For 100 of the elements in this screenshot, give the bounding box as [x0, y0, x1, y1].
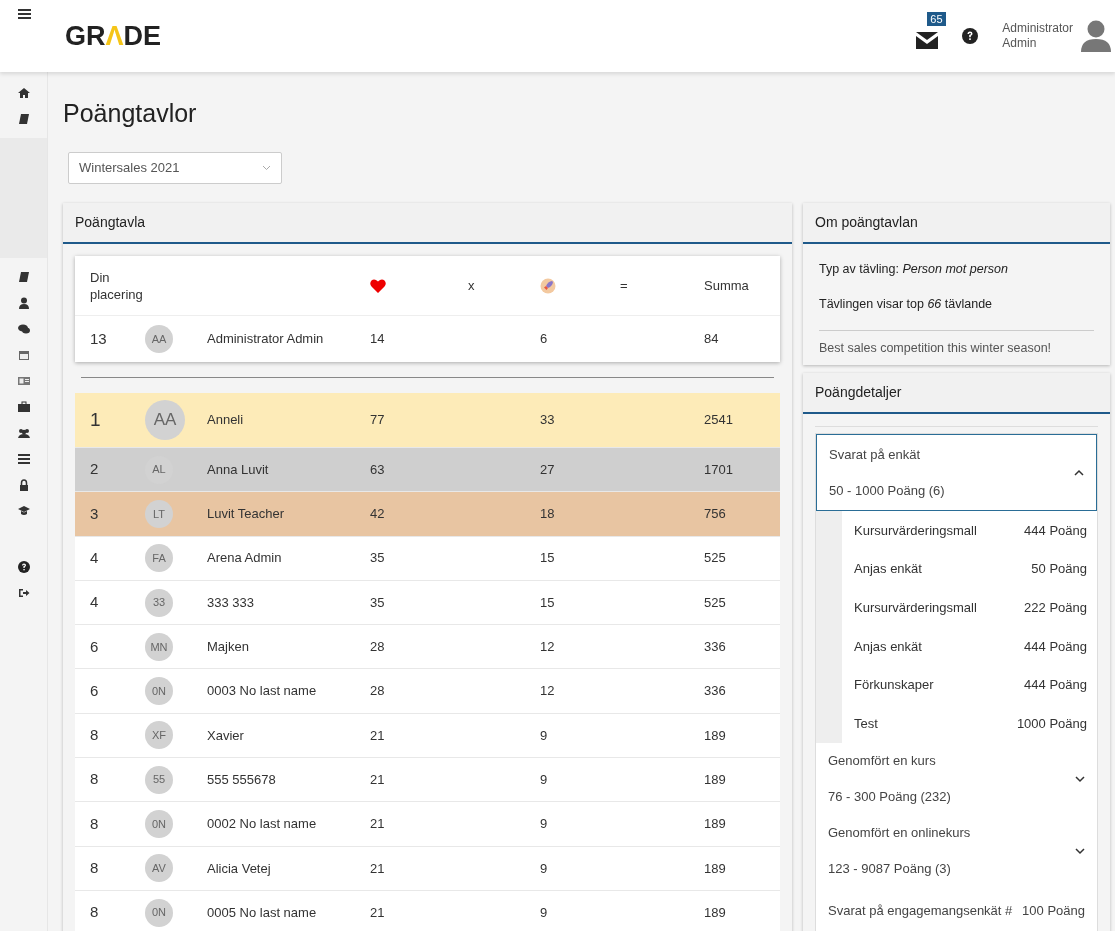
avatar: LT: [145, 499, 173, 528]
player-name[interactable]: Xavier: [207, 727, 244, 743]
survey-name[interactable]: Förkunskaper: [854, 675, 934, 695]
group-points: 100 Poäng: [1022, 901, 1085, 920]
score-sum: 756: [704, 506, 726, 522]
score-sum: 336: [704, 683, 726, 699]
score-sum: 336: [704, 639, 726, 655]
panel-title: Om poängtavlan: [803, 203, 1110, 244]
sum-column-header: Summa: [704, 277, 749, 293]
points-group[interactable]: Genomfört en onlinekurs 123 - 9087 Poäng (3): [816, 814, 1097, 887]
heart-count: 28: [370, 683, 385, 699]
score-sum: 189: [704, 727, 726, 743]
avatar: XF: [145, 721, 173, 750]
info-text: Typ av tävling: Person mot person: [819, 261, 1009, 278]
survey-points: 222 Poäng: [1024, 599, 1087, 617]
survey-name[interactable]: Anjas enkät: [854, 559, 922, 579]
points-range: 123 - 9087 Poäng (3): [828, 859, 952, 878]
info-text: Tävlingen visar top 66 tävlande: [819, 295, 994, 313]
player-name[interactable]: Arena Admin: [207, 550, 282, 566]
equals-sign: =: [620, 277, 628, 293]
survey-points: 1000 Poäng: [1016, 714, 1087, 733]
avatar: 0N: [145, 677, 173, 706]
rank: 8: [90, 814, 99, 832]
survey-name[interactable]: Anjas enkät: [854, 636, 922, 657]
rocket-count: 12: [540, 639, 555, 655]
rank-column-header: Din placering: [90, 268, 144, 303]
score-sum: 525: [704, 550, 726, 566]
points-group[interactable]: Svarat på engagemangsenkät # 100 Poäng: [816, 886, 1097, 931]
chevron-icon[interactable]: [1075, 774, 1085, 783]
heart-icon: [370, 279, 386, 294]
rocket-count: 9: [540, 816, 548, 832]
heart-count: 14: [370, 331, 385, 347]
group-title: Genomfört en kurs: [828, 752, 937, 771]
rank: 6: [90, 681, 99, 699]
player-name[interactable]: 555 555678: [207, 771, 276, 787]
rank: 13: [90, 329, 107, 347]
player-name[interactable]: Anna Luvit: [207, 461, 269, 477]
logo[interactable]: GRΛDE: [65, 15, 162, 57]
rocket-count: 15: [540, 594, 555, 610]
player-name[interactable]: 0005 No last name: [207, 904, 317, 920]
chevron-icon[interactable]: [1074, 468, 1084, 477]
home-icon[interactable]: [17, 87, 30, 99]
help-icon[interactable]: [17, 561, 30, 573]
graduation-cap-icon[interactable]: [17, 505, 30, 517]
rocket-count: 9: [540, 771, 548, 787]
points-group[interactable]: Genomfört en kurs 76 - 300 Poäng (232): [816, 742, 1097, 815]
panel-title: Poängdetaljer: [803, 373, 1110, 415]
users-icon[interactable]: [17, 427, 30, 439]
calendar-icon[interactable]: [17, 349, 30, 361]
rocket-count: 9: [540, 860, 548, 876]
heart-count: 21: [370, 904, 385, 920]
score-sum: 84: [704, 331, 719, 347]
chevron-icon[interactable]: [1075, 846, 1085, 855]
score-sum: 525: [704, 594, 726, 610]
user-name[interactable]: Administrator: [1002, 21, 1073, 36]
rank: 4: [90, 593, 99, 611]
survey-name[interactable]: Kursurvärderingsmall: [854, 520, 977, 541]
group-title: Svarat på enkät: [829, 446, 922, 465]
rank: 6: [90, 637, 99, 655]
player-name[interactable]: 333 333: [207, 594, 254, 610]
score-sum: 2541: [704, 412, 733, 428]
survey-name[interactable]: Test: [854, 713, 878, 734]
avatar: AA: [145, 400, 185, 440]
player-name[interactable]: Majken: [207, 639, 249, 655]
rank: 8: [90, 770, 99, 788]
avatar: AA: [145, 325, 173, 353]
briefcase-icon[interactable]: [17, 401, 30, 413]
rocket-count: 9: [540, 727, 548, 743]
player-name[interactable]: Administrator Admin: [207, 331, 324, 347]
mail-icon[interactable]: [916, 32, 939, 50]
heart-count: 77: [370, 412, 385, 428]
player-name[interactable]: 0003 No last name: [207, 683, 317, 699]
survey-points: 50 Poäng: [1031, 560, 1087, 579]
book-icon[interactable]: [17, 271, 30, 283]
rank: 8: [90, 859, 99, 877]
rank: 4: [90, 549, 99, 566]
heart-count: 28: [370, 639, 385, 655]
player-name[interactable]: Anneli: [207, 412, 244, 428]
competition-select[interactable]: Wintersales 2021: [68, 152, 282, 184]
player-name[interactable]: Luvit Teacher: [207, 506, 285, 522]
rank: 2: [90, 460, 99, 478]
id-card-icon[interactable]: [17, 375, 30, 387]
user-avatar-icon[interactable]: [1081, 20, 1111, 52]
menu-icon[interactable]: [17, 8, 31, 20]
help-icon[interactable]: [962, 28, 979, 44]
logout-icon[interactable]: [17, 587, 30, 599]
list-icon[interactable]: [17, 453, 30, 465]
survey-points: 444 Poäng: [1024, 521, 1087, 540]
player-name[interactable]: 0002 No last name: [207, 816, 317, 832]
score-sum: 189: [704, 904, 726, 920]
lock-icon[interactable]: [17, 479, 30, 491]
survey-name[interactable]: Kursurvärderingsmall: [854, 598, 977, 618]
user-icon[interactable]: [17, 297, 30, 309]
player-name[interactable]: Alicia Vetej: [207, 860, 271, 876]
page-title: Poängtavlor: [63, 98, 198, 128]
points-group[interactable]: Svarat på enkät 50 - 1000 Poäng (6): [816, 434, 1097, 512]
heart-count: 21: [370, 860, 385, 876]
book-icon[interactable]: [17, 113, 30, 125]
avatar: AV: [145, 854, 173, 883]
chat-icon[interactable]: [17, 323, 30, 335]
